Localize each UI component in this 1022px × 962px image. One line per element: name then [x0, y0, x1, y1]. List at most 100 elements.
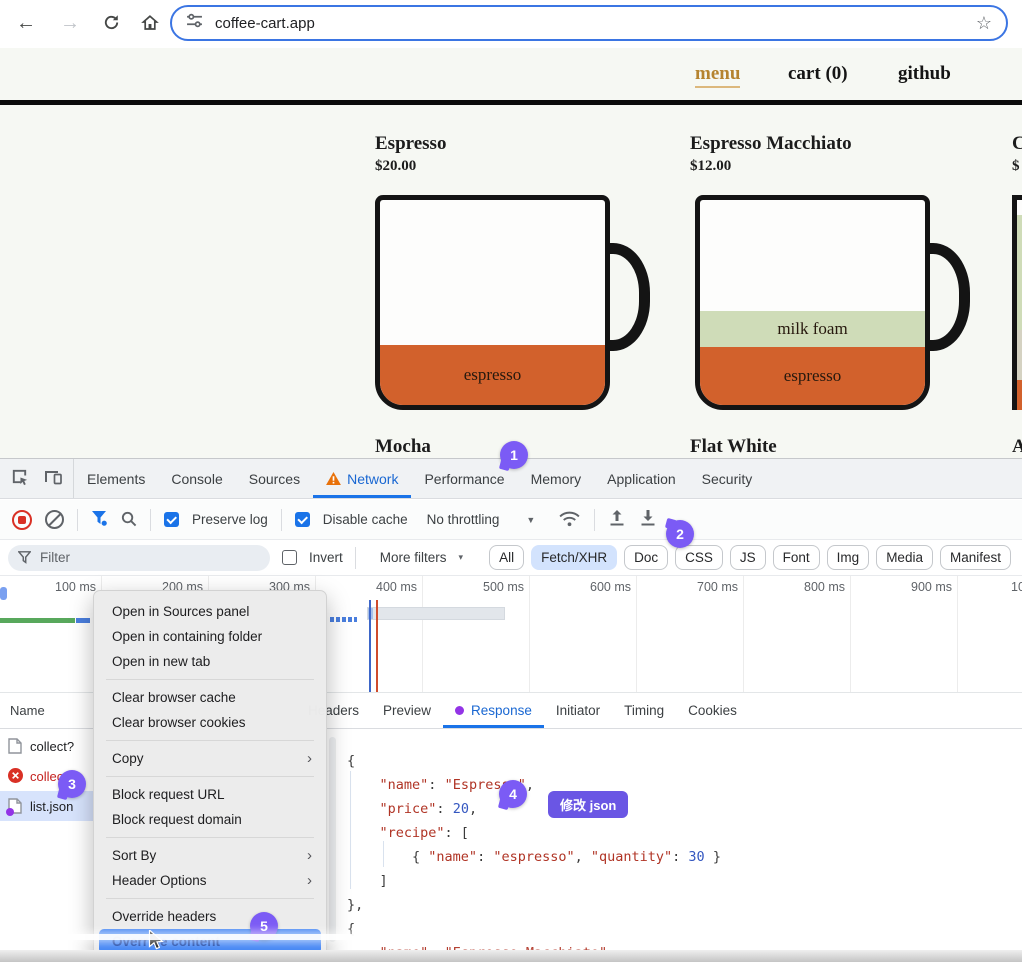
tab-label: Performance — [424, 471, 504, 487]
response-json: { "name": "Espresso", "price": 20, "reci… — [347, 749, 1022, 962]
site-nav-cart[interactable]: cart (0) — [788, 63, 848, 85]
filter-pill[interactable] — [8, 545, 270, 571]
annotation-badge-3: 3 — [58, 770, 86, 798]
filter-funnel-small-icon — [18, 551, 31, 564]
espresso-layer: espresso — [700, 347, 925, 405]
menu-item-open-in-sources-panel[interactable]: Open in Sources panel — [94, 599, 326, 624]
tab-security[interactable]: Security — [689, 459, 766, 498]
tab-sources[interactable]: Sources — [236, 459, 313, 498]
filter-input[interactable] — [38, 549, 222, 566]
url-bar[interactable]: coffee-cart.app ☆ — [170, 5, 1008, 41]
chip-doc[interactable]: Doc — [624, 545, 668, 570]
video-player-bar — [0, 950, 1022, 962]
submenu-arrow-icon: › — [307, 872, 312, 889]
back-icon[interactable]: ← — [16, 10, 36, 36]
chip-js[interactable]: JS — [730, 545, 766, 570]
tab-label: Memory — [531, 471, 582, 487]
tab-label: Security — [702, 471, 753, 487]
device-toolbar-icon[interactable] — [43, 467, 63, 490]
menu-divider — [106, 776, 314, 777]
more-filters-dropdown[interactable]: More filters — [380, 550, 447, 565]
menu-item-override-headers[interactable]: Override headers — [94, 904, 326, 929]
throttling-caret-icon[interactable]: ▼ — [526, 515, 535, 525]
document-icon — [8, 738, 22, 754]
invert-checkbox[interactable] — [282, 550, 297, 565]
reload-icon[interactable] — [102, 13, 121, 39]
screenshot-root: ← → coffee-cart.app ☆ menu cart (0) gith… — [0, 0, 1022, 962]
menu-item-open-in-new-tab[interactable]: Open in new tab — [94, 649, 326, 674]
menu-item-label: Header Options — [112, 873, 207, 888]
chip-img[interactable]: Img — [827, 545, 870, 570]
export-har-icon[interactable] — [639, 509, 657, 530]
menu-item-block-request-domain[interactable]: Block request domain — [94, 807, 326, 832]
menu-item-label: Open in new tab — [112, 654, 210, 669]
menu-item-block-request-url[interactable]: Block request URL — [94, 782, 326, 807]
override-dot-icon — [455, 706, 464, 715]
override-dot-icon — [6, 808, 14, 816]
tab-elements[interactable]: Elements — [74, 459, 158, 498]
json-token: : [ — [445, 825, 469, 841]
timeline-gridline — [636, 576, 637, 692]
request-detail-tabs: HeadersPreviewResponseInitiatorTimingCoo… — [292, 693, 1022, 729]
throttling-dropdown[interactable]: No throttling — [427, 512, 500, 527]
record-network-log-icon[interactable] — [12, 510, 32, 530]
annotation-badge-2: 2 — [666, 520, 694, 548]
search-icon[interactable] — [120, 510, 137, 530]
request-name: list.json — [30, 799, 73, 814]
chip-media[interactable]: Media — [876, 545, 933, 570]
chip-fetchxhr[interactable]: Fetch/XHR — [531, 545, 617, 570]
chip-manifest[interactable]: Manifest — [940, 545, 1011, 570]
tab-application[interactable]: Application — [594, 459, 689, 498]
site-nav-github[interactable]: github — [898, 63, 951, 85]
json-line: "price": 20, — [347, 797, 1022, 821]
menu-item-copy[interactable]: Copy› — [94, 746, 326, 771]
tab-network[interactable]: Network — [313, 459, 411, 498]
waterfall-bar — [367, 607, 505, 620]
json-token: ] — [347, 873, 388, 889]
network-filter-row: Invert More filters ▾ AllFetch/XHRDocCSS… — [0, 540, 1022, 576]
filter-funnel-icon[interactable] — [91, 510, 107, 529]
import-har-icon[interactable] — [608, 509, 626, 530]
menu-item-header-options[interactable]: Header Options › — [94, 868, 326, 893]
header-divider — [0, 100, 1022, 105]
preserve-log-checkbox[interactable] — [164, 512, 179, 527]
menu-item-label: Block request domain — [112, 812, 242, 827]
chip-css[interactable]: CSS — [675, 545, 723, 570]
product-cup-espresso-macchiato[interactable]: milk foam espresso — [695, 195, 930, 410]
document-icon — [8, 798, 22, 814]
detail-tab-preview[interactable]: Preview — [371, 693, 443, 728]
site-settings-icon[interactable] — [186, 12, 203, 34]
detail-tab-timing[interactable]: Timing — [612, 693, 676, 728]
json-token: "recipe" — [380, 825, 445, 841]
menu-item-clear-browser-cookies[interactable]: Clear browser cookies — [94, 710, 326, 735]
disable-cache-checkbox[interactable] — [295, 512, 310, 527]
forward-icon[interactable]: → — [60, 10, 80, 36]
response-body-viewer[interactable]: { "name": "Espresso", "price": 20, "reci… — [292, 729, 1022, 962]
site-nav-menu[interactable]: menu — [695, 63, 740, 88]
detail-tab-cookies[interactable]: Cookies — [676, 693, 749, 728]
inspect-element-icon[interactable] — [10, 467, 29, 491]
network-conditions-icon[interactable] — [558, 510, 581, 530]
overview-scroll-handle[interactable] — [0, 587, 7, 600]
clear-network-log-icon[interactable] — [45, 510, 64, 529]
detail-tab-response[interactable]: Response — [443, 693, 544, 728]
request-error-icon — [8, 768, 22, 784]
menu-divider — [106, 837, 314, 838]
annotation-badge-1: 1 — [500, 441, 528, 469]
tab-label: Application — [607, 471, 676, 487]
tab-memory[interactable]: Memory — [518, 459, 595, 498]
home-icon[interactable] — [140, 13, 160, 40]
json-token: , — [526, 777, 534, 793]
chip-font[interactable]: Font — [773, 545, 820, 570]
product-cup-espresso[interactable]: espresso — [375, 195, 610, 410]
video-scrubber-line — [0, 934, 1022, 940]
detail-tab-initiator[interactable]: Initiator — [544, 693, 612, 728]
detail-tab-label: Preview — [383, 703, 431, 718]
bookmark-star-icon[interactable]: ☆ — [976, 13, 992, 34]
tab-console[interactable]: Console — [158, 459, 235, 498]
menu-item-open-in-containing-folder[interactable]: Open in containing folder — [94, 624, 326, 649]
url-text[interactable]: coffee-cart.app — [215, 15, 976, 32]
menu-item-sort-by[interactable]: Sort By› — [94, 843, 326, 868]
chip-all[interactable]: All — [489, 545, 524, 570]
menu-item-clear-browser-cache[interactable]: Clear browser cache — [94, 685, 326, 710]
